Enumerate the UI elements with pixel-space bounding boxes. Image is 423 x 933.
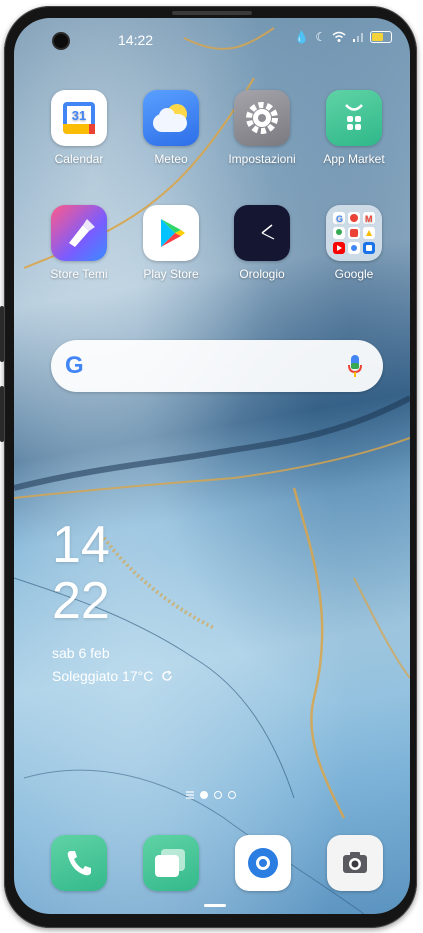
clock-icon <box>234 205 290 261</box>
weather-widget[interactable]: Soleggiato 17°C <box>52 668 173 684</box>
app-meteo[interactable]: Meteo <box>129 90 213 166</box>
power-button <box>0 386 4 442</box>
home-screen: 14:22 💧 ☾ 31 Calendar Meteo Impostazioni… <box>14 18 410 914</box>
wifi-icon <box>332 31 346 42</box>
clock-minute[interactable]: 22 <box>52 574 110 628</box>
app-app-market[interactable]: App Market <box>312 90 396 166</box>
app-orologio[interactable]: Orologio <box>220 205 304 281</box>
page-dot-active <box>200 791 208 799</box>
app-label: Impostazioni <box>228 152 296 166</box>
dock-messages[interactable] <box>143 835 199 891</box>
app-label: App Market <box>323 152 385 166</box>
do-not-disturb-icon: ☾ <box>315 30 326 44</box>
weather-text: Soleggiato 17°C <box>52 668 154 684</box>
app-label: Calendar <box>54 152 104 166</box>
battery-icon <box>370 31 392 43</box>
svg-text:G: G <box>336 214 343 224</box>
home-gesture-bar[interactable] <box>204 904 226 907</box>
dock-camera[interactable] <box>327 835 383 891</box>
earpiece <box>172 11 252 15</box>
page-dot <box>214 791 222 799</box>
dock-phone[interactable] <box>51 835 107 891</box>
theme-store-icon <box>51 205 107 261</box>
refresh-icon[interactable] <box>161 670 173 682</box>
settings-icon <box>234 90 290 146</box>
google-folder-icon: G M <box>326 205 382 261</box>
app-label: Google <box>334 267 374 281</box>
app-label: Orologio <box>239 267 285 281</box>
folder-google[interactable]: G M Google <box>312 205 396 281</box>
signal-icon <box>353 33 363 42</box>
page-dot <box>228 791 236 799</box>
status-time: 14:22 <box>118 32 154 48</box>
phone-icon <box>67 851 91 876</box>
clock-hour[interactable]: 14 <box>52 518 110 572</box>
app-store-temi[interactable]: Store Temi <box>37 205 121 281</box>
app-label: Store Temi <box>50 267 108 281</box>
page-indicator[interactable] <box>186 791 236 799</box>
clock-date: sab 6 feb <box>52 645 110 661</box>
svg-text:M: M <box>365 214 373 224</box>
app-label: Play Store <box>143 267 199 281</box>
google-search-bar[interactable]: G <box>51 340 383 392</box>
calendar-day-number: 31 <box>71 108 87 123</box>
calendar-icon: 31 <box>51 90 107 146</box>
browser-icon <box>248 848 278 878</box>
drawer-list-icon <box>186 791 194 799</box>
app-calendar[interactable]: 31 Calendar <box>37 90 121 166</box>
data-saver-icon: 💧 <box>294 30 310 44</box>
messages-icon <box>155 849 185 877</box>
status-bar: 14:22 💧 ☾ <box>14 18 410 58</box>
google-logo-icon: G <box>65 352 84 379</box>
camera-icon <box>343 852 367 873</box>
dock-browser[interactable] <box>235 835 291 891</box>
volume-button <box>0 306 4 362</box>
app-play-store[interactable]: Play Store <box>129 205 213 281</box>
app-impostazioni[interactable]: Impostazioni <box>220 90 304 166</box>
play-store-icon <box>143 205 199 261</box>
app-market-icon <box>326 90 382 146</box>
status-icons: 💧 ☾ <box>294 30 392 44</box>
weather-icon <box>143 90 199 146</box>
microphone-icon[interactable] <box>347 354 363 378</box>
front-camera <box>54 34 68 48</box>
app-label: Meteo <box>154 152 188 166</box>
